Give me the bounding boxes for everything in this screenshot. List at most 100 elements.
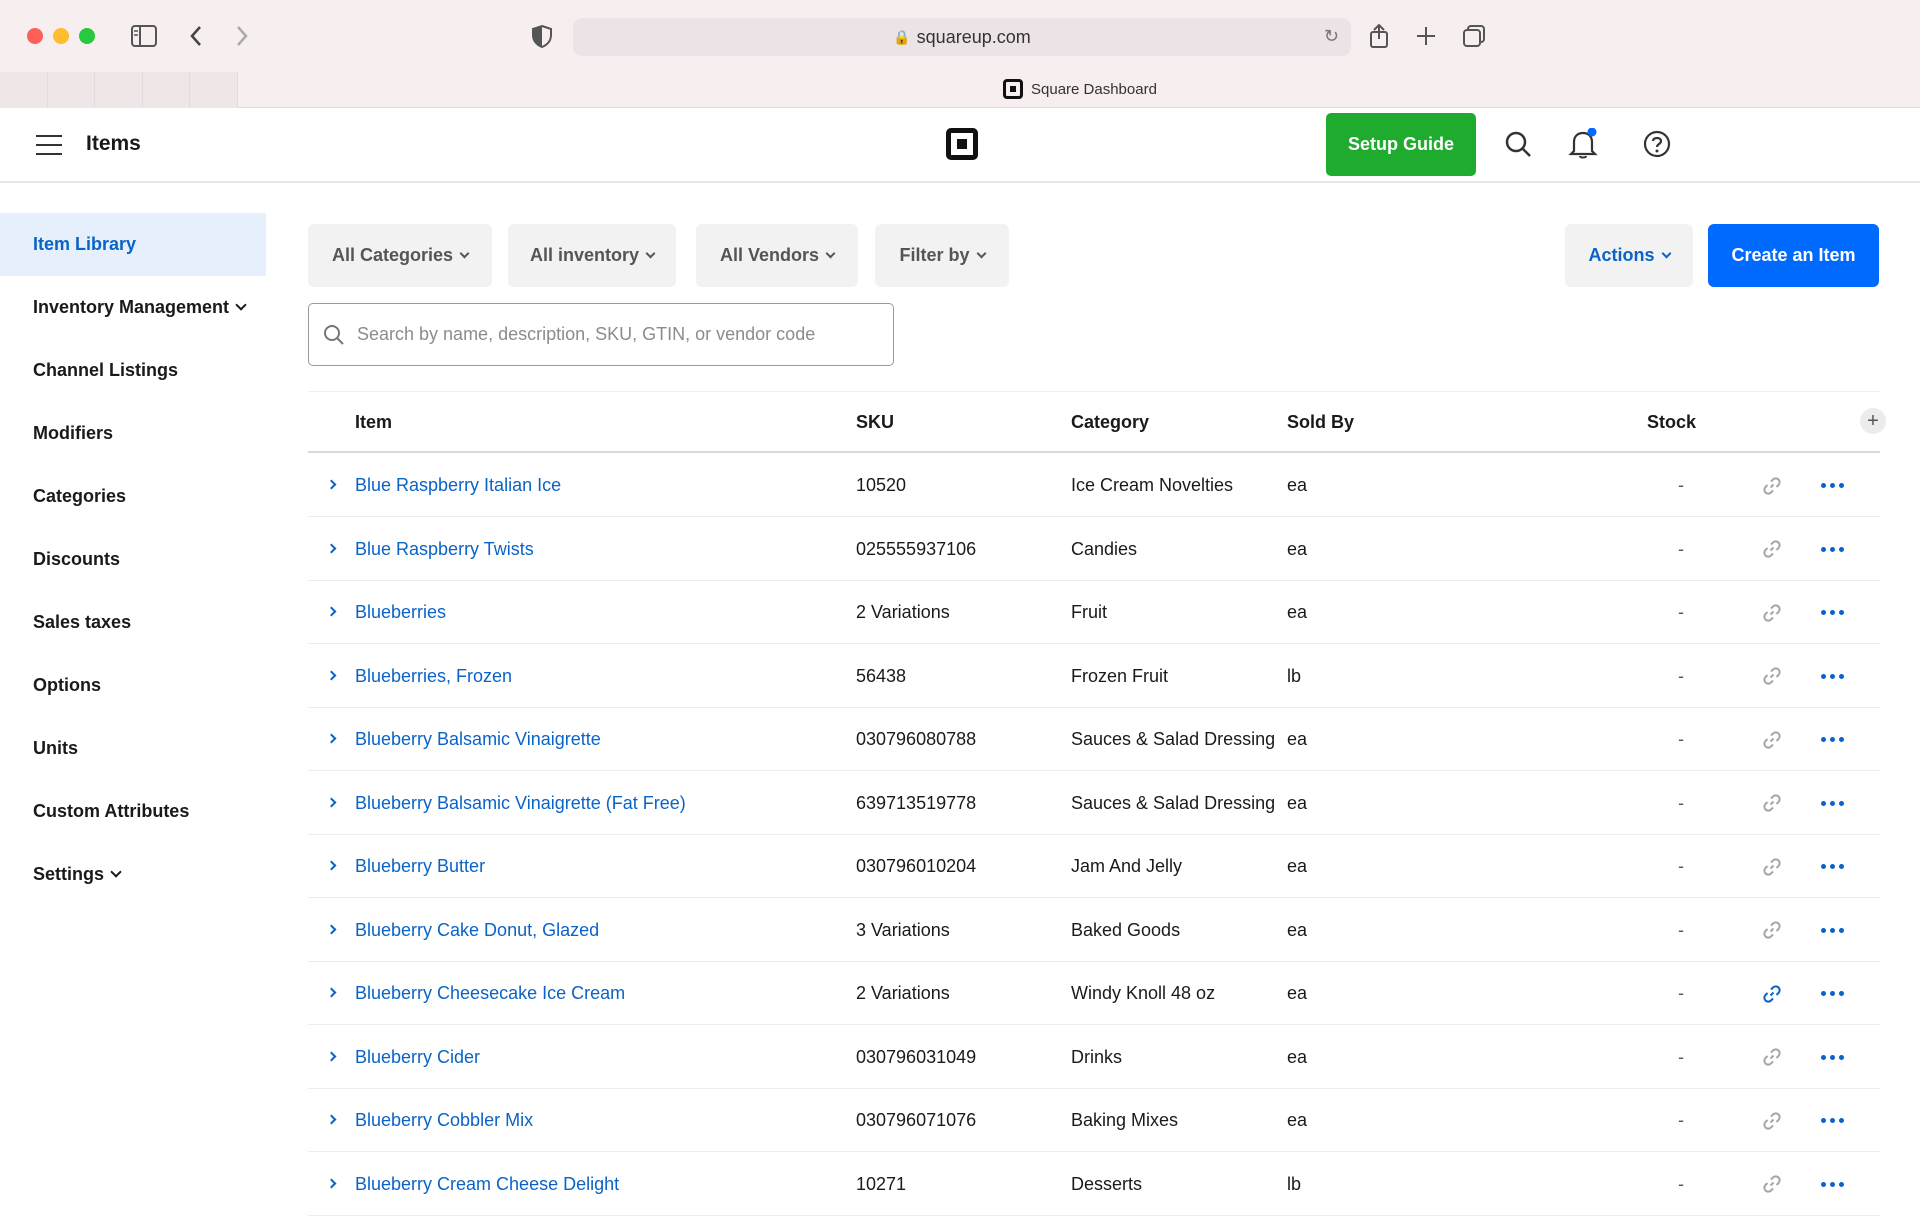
column-header-sold-by[interactable]: Sold By bbox=[1287, 412, 1354, 433]
expand-chevron-icon[interactable] bbox=[326, 1178, 337, 1188]
search-icon[interactable] bbox=[1500, 126, 1536, 162]
actions-dropdown[interactable]: Actions bbox=[1565, 224, 1693, 287]
more-options-icon[interactable] bbox=[1818, 1089, 1846, 1152]
table-row[interactable]: Blueberry Butter 030796010204 Jam And Je… bbox=[308, 835, 1880, 898]
item-name-link[interactable]: Blue Raspberry Twists bbox=[355, 518, 534, 581]
expand-chevron-icon[interactable] bbox=[326, 733, 337, 744]
maximize-window-button[interactable] bbox=[79, 28, 95, 44]
more-options-icon[interactable] bbox=[1818, 1153, 1846, 1216]
more-options-icon[interactable] bbox=[1818, 1026, 1846, 1089]
back-icon[interactable] bbox=[182, 22, 210, 50]
share-icon[interactable] bbox=[1365, 22, 1393, 50]
item-name-link[interactable]: Blueberry Cheesecake Ice Cream bbox=[355, 962, 625, 1025]
expand-chevron-icon[interactable] bbox=[326, 606, 337, 617]
link-icon[interactable] bbox=[1758, 454, 1786, 517]
sidebar-item-sales-taxes[interactable]: Sales taxes bbox=[0, 591, 266, 654]
item-name-link[interactable]: Blueberries bbox=[355, 581, 446, 644]
more-options-icon[interactable] bbox=[1818, 772, 1846, 835]
sidebar-item-settings[interactable]: Settings bbox=[0, 843, 266, 906]
link-icon[interactable] bbox=[1758, 772, 1786, 835]
notification-bell-icon[interactable] bbox=[1565, 126, 1601, 162]
item-name-link[interactable]: Blueberry Cake Donut, Glazed bbox=[355, 899, 599, 962]
sidebar-item-options[interactable]: Options bbox=[0, 654, 266, 717]
more-options-icon[interactable] bbox=[1818, 518, 1846, 581]
reload-icon[interactable]: ↻ bbox=[1324, 26, 1339, 47]
link-icon[interactable] bbox=[1758, 645, 1786, 708]
item-name-link[interactable]: Blueberry Cider bbox=[355, 1026, 480, 1089]
expand-chevron-icon[interactable] bbox=[326, 479, 337, 490]
help-icon[interactable] bbox=[1639, 126, 1675, 162]
link-icon[interactable] bbox=[1758, 1153, 1786, 1216]
table-row[interactable]: Blue Raspberry Italian Ice 10520 Ice Cre… bbox=[308, 454, 1880, 517]
pinned-tab[interactable] bbox=[95, 72, 143, 108]
inventory-filter-dropdown[interactable]: All inventory bbox=[508, 224, 676, 287]
search-input[interactable] bbox=[357, 324, 877, 345]
more-options-icon[interactable] bbox=[1818, 645, 1846, 708]
item-name-link[interactable]: Blueberry Cobbler Mix bbox=[355, 1089, 533, 1152]
expand-chevron-icon[interactable] bbox=[326, 1051, 337, 1061]
column-header-item[interactable]: Item bbox=[355, 412, 392, 433]
table-row[interactable]: Blueberry Cider 030796031049 Drinks ea - bbox=[308, 1026, 1880, 1089]
item-name-link[interactable]: Blueberry Balsamic Vinaigrette bbox=[355, 708, 601, 771]
more-options-icon[interactable] bbox=[1818, 835, 1846, 898]
expand-chevron-icon[interactable] bbox=[326, 1114, 337, 1125]
link-icon[interactable] bbox=[1758, 1026, 1786, 1089]
column-header-category[interactable]: Category bbox=[1071, 412, 1149, 433]
filter-by-dropdown[interactable]: Filter by bbox=[875, 224, 1009, 287]
pinned-tab[interactable] bbox=[0, 72, 48, 108]
sidebar-toggle-icon[interactable] bbox=[130, 22, 158, 50]
more-options-icon[interactable] bbox=[1818, 962, 1846, 1025]
link-icon[interactable] bbox=[1758, 581, 1786, 644]
expand-chevron-icon[interactable] bbox=[326, 860, 337, 871]
table-row[interactable]: Blueberry Balsamic Vinaigrette (Fat Free… bbox=[308, 772, 1880, 835]
table-row[interactable]: Blue Raspberry Twists 025555937106 Candi… bbox=[308, 518, 1880, 581]
item-name-link[interactable]: Blue Raspberry Italian Ice bbox=[355, 454, 561, 517]
more-options-icon[interactable] bbox=[1818, 708, 1846, 771]
expand-chevron-icon[interactable] bbox=[326, 987, 337, 998]
tab-overview-icon[interactable] bbox=[1460, 22, 1488, 50]
table-row[interactable]: Blueberry Cake Donut, Glazed 3 Variation… bbox=[308, 899, 1880, 962]
category-filter-dropdown[interactable]: All Categories bbox=[308, 224, 492, 287]
item-name-link[interactable]: Blueberry Balsamic Vinaigrette (Fat Free… bbox=[355, 772, 686, 835]
link-icon[interactable] bbox=[1758, 962, 1786, 1025]
table-row[interactable]: Blueberry Cheesecake Ice Cream 2 Variati… bbox=[308, 962, 1880, 1025]
link-icon[interactable] bbox=[1758, 1089, 1786, 1152]
expand-chevron-icon[interactable] bbox=[326, 797, 337, 807]
sidebar-item-channel-listings[interactable]: Channel Listings bbox=[0, 339, 266, 402]
link-icon[interactable] bbox=[1758, 708, 1786, 771]
link-icon[interactable] bbox=[1758, 899, 1786, 962]
add-column-icon[interactable]: + bbox=[1860, 408, 1886, 434]
expand-chevron-icon[interactable] bbox=[326, 670, 337, 680]
item-name-link[interactable]: Blueberry Butter bbox=[355, 835, 485, 898]
setup-guide-button[interactable]: Setup Guide bbox=[1326, 113, 1476, 176]
sidebar-item-modifiers[interactable]: Modifiers bbox=[0, 402, 266, 465]
table-row[interactable]: Blueberries 2 Variations Fruit ea - bbox=[308, 581, 1880, 644]
sidebar-item-custom-attributes[interactable]: Custom Attributes bbox=[0, 780, 266, 843]
search-field[interactable] bbox=[308, 303, 894, 366]
create-item-button[interactable]: Create an Item bbox=[1708, 224, 1879, 287]
link-icon[interactable] bbox=[1758, 835, 1786, 898]
table-row[interactable]: Blueberry Cream Cheese Delight 10271 Des… bbox=[308, 1153, 1880, 1216]
address-bar[interactable]: 🔒 squareup.com ↻ bbox=[573, 18, 1351, 56]
menu-icon[interactable] bbox=[36, 135, 62, 155]
new-tab-icon[interactable] bbox=[1412, 22, 1440, 50]
minimize-window-button[interactable] bbox=[53, 28, 69, 44]
forward-icon[interactable] bbox=[228, 22, 256, 50]
privacy-shield-icon[interactable] bbox=[528, 22, 556, 50]
expand-chevron-icon[interactable] bbox=[326, 924, 337, 934]
more-options-icon[interactable] bbox=[1818, 899, 1846, 962]
sidebar-item-units[interactable]: Units bbox=[0, 717, 266, 780]
table-row[interactable]: Blueberries, Frozen 56438 Frozen Fruit l… bbox=[308, 645, 1880, 708]
table-row[interactable]: Blueberry Cobbler Mix 030796071076 Bakin… bbox=[308, 1089, 1880, 1152]
pinned-tab[interactable] bbox=[190, 72, 238, 108]
column-header-stock[interactable]: Stock bbox=[1647, 412, 1696, 433]
link-icon[interactable] bbox=[1758, 518, 1786, 581]
vendor-filter-dropdown[interactable]: All Vendors bbox=[696, 224, 858, 287]
close-window-button[interactable] bbox=[27, 28, 43, 44]
more-options-icon[interactable] bbox=[1818, 581, 1846, 644]
pinned-tab[interactable] bbox=[142, 72, 191, 108]
square-logo-icon[interactable] bbox=[946, 128, 978, 160]
table-row[interactable]: Blueberry Balsamic Vinaigrette 030796080… bbox=[308, 708, 1880, 771]
item-name-link[interactable]: Blueberries, Frozen bbox=[355, 645, 512, 708]
sidebar-item-categories[interactable]: Categories bbox=[0, 465, 266, 528]
